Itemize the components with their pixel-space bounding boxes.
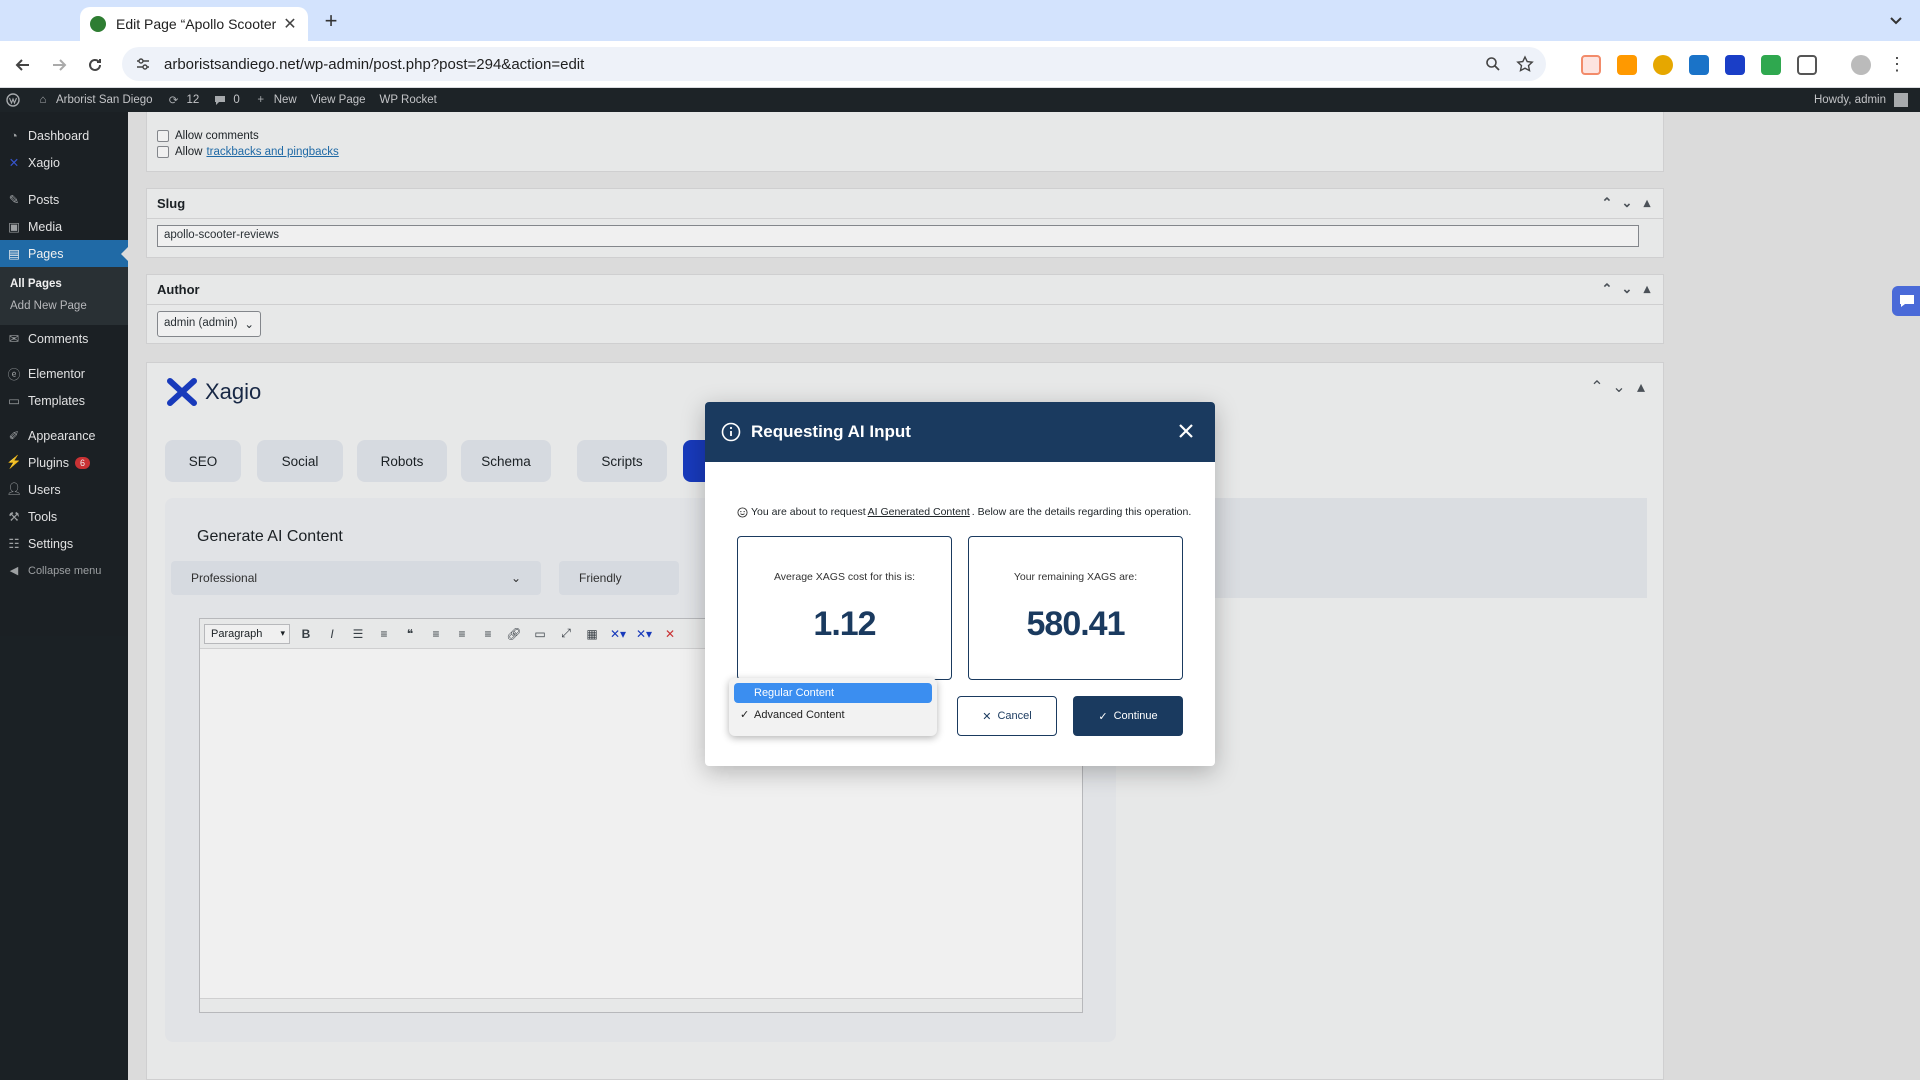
comment-bubble-icon bbox=[213, 93, 227, 107]
average-cost-value: 1.12 bbox=[813, 605, 876, 643]
address-bar[interactable]: arboristsandiego.net/wp-admin/post.php?p… bbox=[122, 47, 1546, 81]
home-icon: ⌂ bbox=[39, 94, 47, 106]
option-advanced-content[interactable]: ✓ Advanced Content bbox=[734, 705, 932, 725]
avatar bbox=[1894, 93, 1908, 107]
browser-toolbar: arboristsandiego.net/wp-admin/post.php?p… bbox=[0, 41, 1920, 88]
updates-icon: ⟳ bbox=[168, 95, 179, 107]
remaining-xags-label: Your remaining XAGS are: bbox=[1013, 571, 1138, 583]
m-extension-icon[interactable] bbox=[1689, 55, 1709, 75]
plus-icon: + bbox=[257, 94, 265, 106]
continue-button[interactable]: ✓ Continue bbox=[1073, 696, 1183, 736]
tab-close-icon[interactable]: ✕ bbox=[282, 14, 298, 34]
zoom-icon[interactable] bbox=[1482, 53, 1504, 75]
back-arrow-icon[interactable] bbox=[10, 52, 36, 78]
requesting-ai-modal: Requesting AI Input You are about to req… bbox=[705, 402, 1215, 766]
tab-search-chevron-icon[interactable] bbox=[1886, 10, 1906, 30]
adminbar-new[interactable]: + New bbox=[254, 93, 296, 107]
browser-tabstrip: Edit Page “Apollo Scooter Re ✕ + bbox=[0, 0, 1920, 41]
bookmark-star-icon[interactable] bbox=[1514, 53, 1536, 75]
average-cost-label: Average XAGS cost for this is: bbox=[773, 571, 916, 583]
k-extension-icon[interactable] bbox=[1761, 55, 1781, 75]
check-icon: ✓ bbox=[1098, 710, 1108, 723]
close-icon[interactable] bbox=[1177, 422, 1195, 440]
adminbar-updates[interactable]: ⟳ 12 bbox=[167, 93, 200, 107]
extension-1-icon[interactable] bbox=[1581, 55, 1601, 75]
extensions-puzzle-icon[interactable] bbox=[1797, 55, 1817, 75]
option-regular-content[interactable]: Regular Content bbox=[734, 683, 932, 703]
url-text: arboristsandiego.net/wp-admin/post.php?p… bbox=[164, 55, 585, 73]
chat-widget-icon[interactable] bbox=[1892, 286, 1920, 316]
new-tab-button[interactable]: + bbox=[318, 8, 344, 34]
ai-content-link[interactable]: AI Generated Content bbox=[868, 506, 970, 518]
browser-tab[interactable]: Edit Page “Apollo Scooter Re ✕ bbox=[80, 7, 308, 41]
info-icon bbox=[721, 422, 741, 442]
cancel-button[interactable]: ✕ Cancel bbox=[957, 696, 1057, 736]
browser-menu-icon[interactable]: ⋮ bbox=[1887, 55, 1907, 75]
adminbar-site[interactable]: ⌂ Arborist San Diego bbox=[36, 93, 153, 107]
xagio-extension-icon[interactable] bbox=[1725, 55, 1745, 75]
adminbar-view-page[interactable]: View Page bbox=[311, 94, 366, 106]
remaining-xags-value: 580.41 bbox=[1026, 605, 1126, 643]
adminbar-account[interactable]: Howdy, admin bbox=[1814, 88, 1908, 112]
content-type-dropdown[interactable]: Regular Content ✓ Advanced Content bbox=[729, 678, 937, 736]
tab-title: Edit Page “Apollo Scooter Re bbox=[116, 16, 276, 32]
wp-admin-bar: ⌂ Arborist San Diego ⟳ 12 0 + New View Page… bbox=[0, 88, 1920, 112]
checkmark-icon: ✓ bbox=[740, 709, 750, 721]
modal-title: Requesting AI Input bbox=[751, 422, 911, 441]
close-icon: ✕ bbox=[982, 710, 992, 723]
smile-icon bbox=[737, 506, 748, 518]
amazon-extension-icon[interactable] bbox=[1617, 55, 1637, 75]
site-favicon-icon bbox=[90, 16, 106, 32]
profile-avatar[interactable] bbox=[1851, 55, 1871, 75]
wp-logo-icon[interactable] bbox=[6, 93, 26, 107]
modal-note: You are about to request AI Generated Co… bbox=[737, 506, 1191, 518]
site-info-icon[interactable] bbox=[134, 55, 152, 73]
adminbar-comments[interactable]: 0 bbox=[213, 93, 240, 107]
modal-header: Requesting AI Input bbox=[705, 402, 1215, 462]
reload-icon[interactable] bbox=[82, 52, 108, 78]
remaining-xags-card: Your remaining XAGS are: 580.41 bbox=[968, 536, 1183, 680]
average-cost-card: Average XAGS cost for this is: 1.12 bbox=[737, 536, 952, 680]
extension-3-icon[interactable] bbox=[1653, 55, 1673, 75]
adminbar-wp-rocket[interactable]: WP Rocket bbox=[380, 94, 437, 106]
forward-arrow-icon[interactable] bbox=[46, 52, 72, 78]
